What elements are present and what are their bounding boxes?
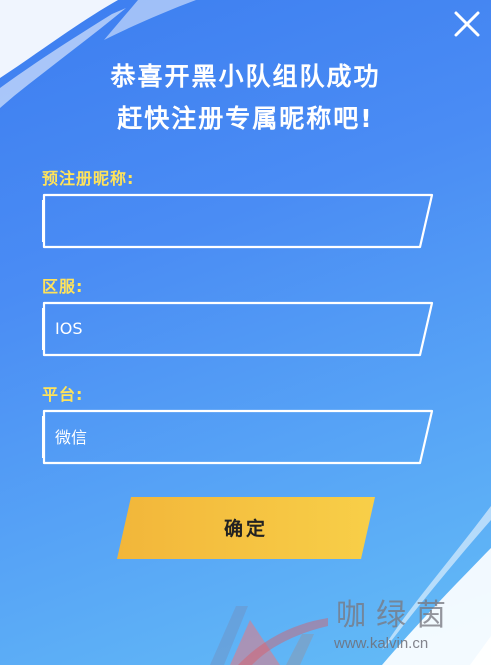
nickname-input[interactable] bbox=[55, 204, 395, 236]
confirm-button[interactable]: 确定 bbox=[117, 497, 375, 559]
nickname-label: 预注册昵称: bbox=[42, 169, 135, 188]
dialog-title-line1: 恭喜开黑小队组队成功 bbox=[110, 62, 381, 91]
kalvin-logo-icon bbox=[210, 606, 328, 665]
platform-field[interactable] bbox=[41, 408, 435, 466]
server-label: 区服: bbox=[42, 277, 84, 296]
confirm-button-label: 确定 bbox=[223, 518, 268, 540]
watermark-name: 咖绿茵 bbox=[336, 598, 456, 633]
server-input[interactable] bbox=[55, 312, 395, 344]
watermark-url: www.kalvin.cn bbox=[334, 635, 429, 652]
platform-label: 平台: bbox=[42, 385, 84, 404]
close-icon bbox=[454, 11, 480, 37]
dialog-title-line2: 赶快注册专属昵称吧! bbox=[117, 104, 374, 133]
watermark: 咖绿茵 www.kalvin.cn bbox=[190, 590, 491, 665]
register-nickname-dialog: 恭喜开黑小队组队成功 赶快注册专属昵称吧! 预注册昵称: 区服: 平台: bbox=[0, 0, 491, 665]
server-field[interactable] bbox=[41, 300, 435, 358]
nickname-field[interactable] bbox=[41, 192, 435, 250]
platform-input[interactable] bbox=[55, 420, 395, 452]
close-button[interactable] bbox=[449, 6, 485, 42]
